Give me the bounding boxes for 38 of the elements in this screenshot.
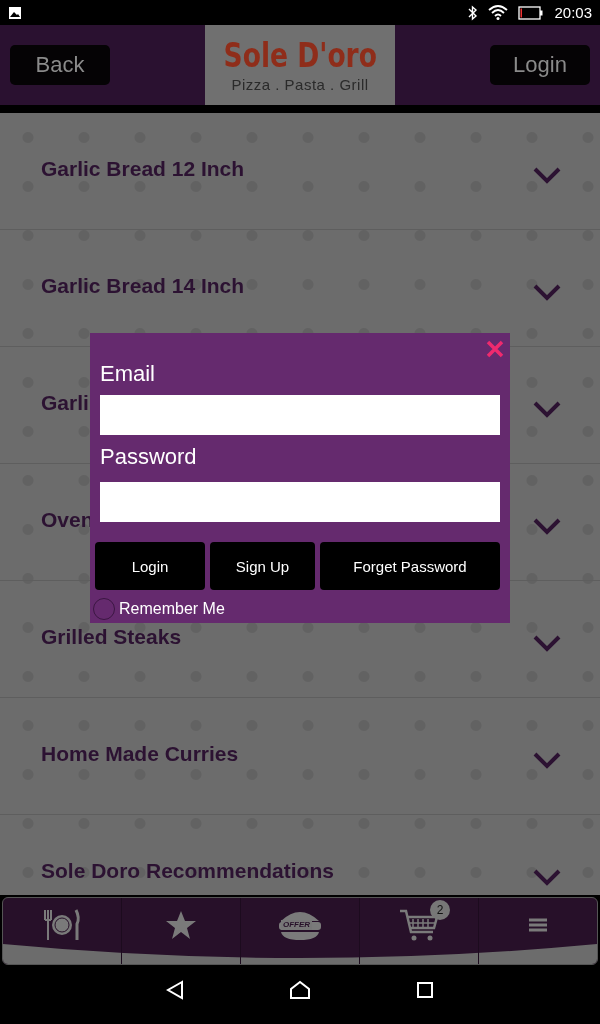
forgot-password-button[interactable]: Forget Password bbox=[320, 542, 500, 590]
category-title[interactable]: Sole Doro Recommendations bbox=[41, 859, 532, 883]
plate-cutlery-icon[interactable] bbox=[42, 908, 82, 942]
logo-subtitle: Pizza . Pasta . Grill bbox=[231, 75, 369, 93]
image-icon bbox=[8, 5, 22, 20]
bluetooth-icon bbox=[468, 4, 479, 21]
sign-up-button[interactable]: Sign Up bbox=[210, 542, 315, 590]
menu-icon[interactable] bbox=[528, 917, 548, 933]
back-nav-icon[interactable] bbox=[166, 979, 184, 1000]
clock-time: 20:03 bbox=[554, 4, 592, 21]
email-field[interactable] bbox=[100, 395, 500, 435]
email-label: Email bbox=[100, 361, 156, 387]
recents-icon[interactable] bbox=[416, 980, 434, 999]
chevron-down-icon[interactable] bbox=[532, 633, 562, 653]
home-icon[interactable] bbox=[289, 979, 311, 1000]
chevron-down-icon[interactable] bbox=[532, 516, 562, 536]
password-label: Password bbox=[100, 444, 198, 470]
cart-count-badge: 2 bbox=[430, 900, 450, 920]
chevron-down-icon[interactable] bbox=[532, 165, 562, 185]
star-icon[interactable] bbox=[165, 910, 197, 940]
back-button[interactable]: Back bbox=[10, 45, 110, 85]
chevron-down-icon[interactable] bbox=[532, 399, 562, 419]
wifi-icon bbox=[488, 5, 509, 20]
logo-title: Sole D'oro bbox=[223, 37, 377, 72]
password-field[interactable] bbox=[100, 482, 500, 522]
category-title[interactable]: Garlic Bread 14 Inch bbox=[41, 274, 532, 298]
remember-label[interactable]: Remember Me bbox=[119, 600, 225, 618]
login-button[interactable]: Login bbox=[95, 542, 205, 590]
chevron-down-icon[interactable] bbox=[532, 750, 562, 770]
cart-icon[interactable] bbox=[399, 908, 439, 942]
chevron-down-icon[interactable] bbox=[532, 867, 562, 887]
category-title[interactable]: Grilled Steaks bbox=[41, 625, 532, 649]
close-icon[interactable] bbox=[486, 340, 504, 358]
battery-icon bbox=[518, 5, 545, 20]
login-button[interactable]: Login bbox=[490, 45, 590, 85]
category-title[interactable]: Garlic Bread 12 Inch bbox=[41, 157, 532, 181]
chevron-down-icon[interactable] bbox=[532, 282, 562, 302]
category-title[interactable]: Home Made Curries bbox=[41, 742, 532, 766]
